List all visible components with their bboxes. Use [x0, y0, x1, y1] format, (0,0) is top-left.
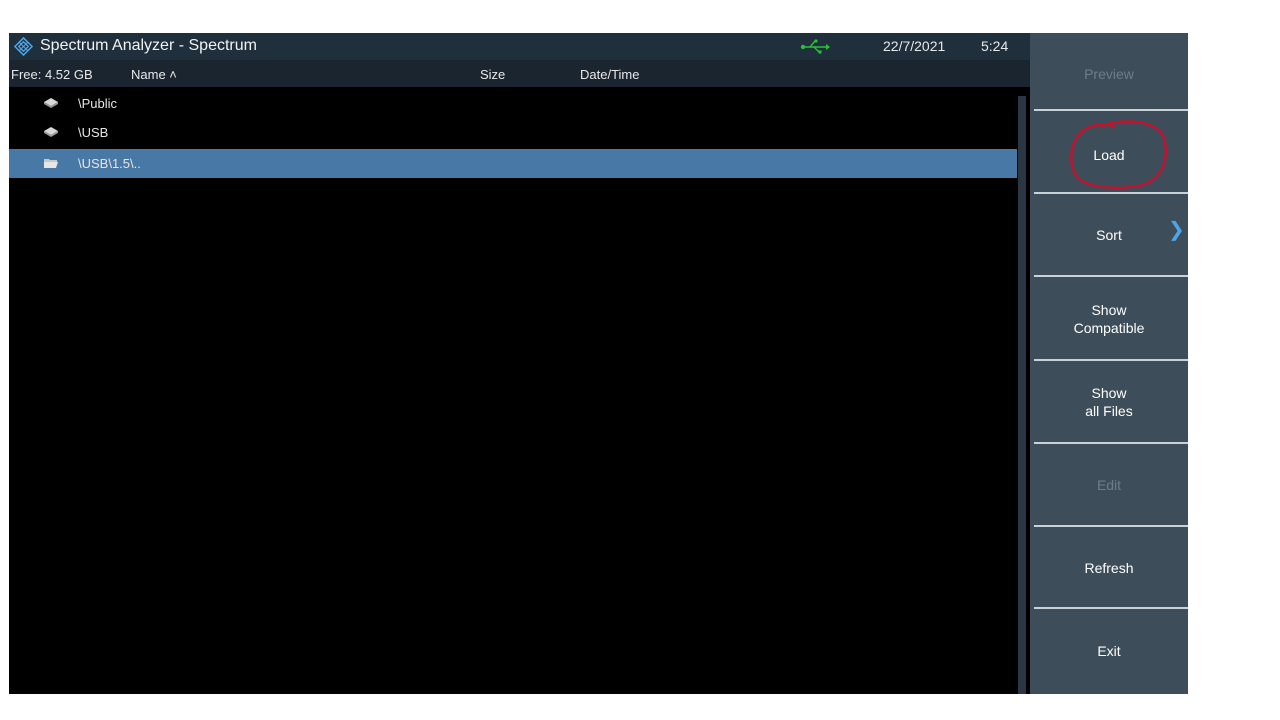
window-title: Spectrum Analyzer - Spectrum	[40, 37, 257, 54]
file-row-usb-subfolder[interactable]: \USB\1.5\..	[9, 149, 1017, 178]
file-row-label: \USB	[78, 125, 109, 140]
file-manager-screen: Spectrum Analyzer - Spectrum 22/7/2021 5…	[9, 33, 1188, 694]
show-compatible-softkey[interactable]: Show Compatible	[1030, 278, 1188, 360]
refresh-softkey[interactable]: Refresh	[1030, 527, 1188, 609]
softkey-divider	[1034, 275, 1188, 277]
exit-softkey-label: Exit	[1097, 643, 1121, 659]
rohde-schwarz-logo-icon	[14, 37, 33, 56]
refresh-softkey-label: Refresh	[1084, 560, 1134, 576]
file-row-label: \USB\1.5\..	[78, 156, 141, 171]
exit-softkey[interactable]: Exit	[1030, 610, 1188, 692]
file-row-usb[interactable]: \USB	[9, 118, 1017, 147]
softkey-divider	[1034, 607, 1188, 609]
edit-softkey[interactable]: Edit	[1030, 444, 1188, 526]
file-row-label: \Public	[78, 96, 118, 111]
drive-icon	[44, 127, 58, 137]
date-display: 22/7/2021	[883, 38, 946, 54]
datetime-column-header[interactable]: Date/Time	[580, 67, 639, 82]
show-all-files-label-line1: Show	[1091, 385, 1127, 401]
file-row-public[interactable]: \Public	[9, 89, 1017, 118]
free-space-label: Free: 4.52 GB	[11, 67, 93, 82]
show-compatible-label-line1: Show	[1091, 302, 1127, 318]
sort-softkey-label: Sort	[1096, 227, 1122, 243]
folder-open-icon	[44, 159, 58, 168]
load-softkey[interactable]: Load	[1030, 114, 1188, 196]
chevron-right-icon: ❯	[1168, 219, 1185, 241]
show-all-files-label-line2: all Files	[1085, 403, 1133, 419]
softkey-panel: Preview Load Sort ❯ Show Compatible Show…	[1030, 33, 1188, 694]
size-column-header[interactable]: Size	[480, 67, 505, 82]
time-display: 5:24	[981, 38, 1009, 54]
load-softkey-label: Load	[1093, 147, 1125, 163]
column-header: Free: 4.52 GB Name ˄ Size Date/Time	[9, 60, 1030, 87]
title-bar: Spectrum Analyzer - Spectrum 22/7/2021 5…	[9, 33, 1030, 60]
drive-icon	[44, 98, 58, 108]
sort-softkey[interactable]: Sort ❯	[1030, 194, 1188, 276]
name-column-header[interactable]: Name ˄	[131, 67, 177, 82]
show-all-files-softkey[interactable]: Show all Files	[1030, 361, 1188, 443]
preview-softkey-label: Preview	[1084, 66, 1134, 82]
show-compatible-label-line2: Compatible	[1073, 320, 1145, 336]
file-list-scrollbar[interactable]	[1018, 96, 1026, 694]
edit-softkey-label: Edit	[1096, 477, 1122, 493]
usb-icon	[800, 39, 830, 54]
softkey-divider	[1034, 109, 1188, 111]
preview-softkey[interactable]: Preview	[1030, 33, 1188, 115]
file-list: \Public \USB \USB\1.5\..	[9, 87, 1017, 694]
